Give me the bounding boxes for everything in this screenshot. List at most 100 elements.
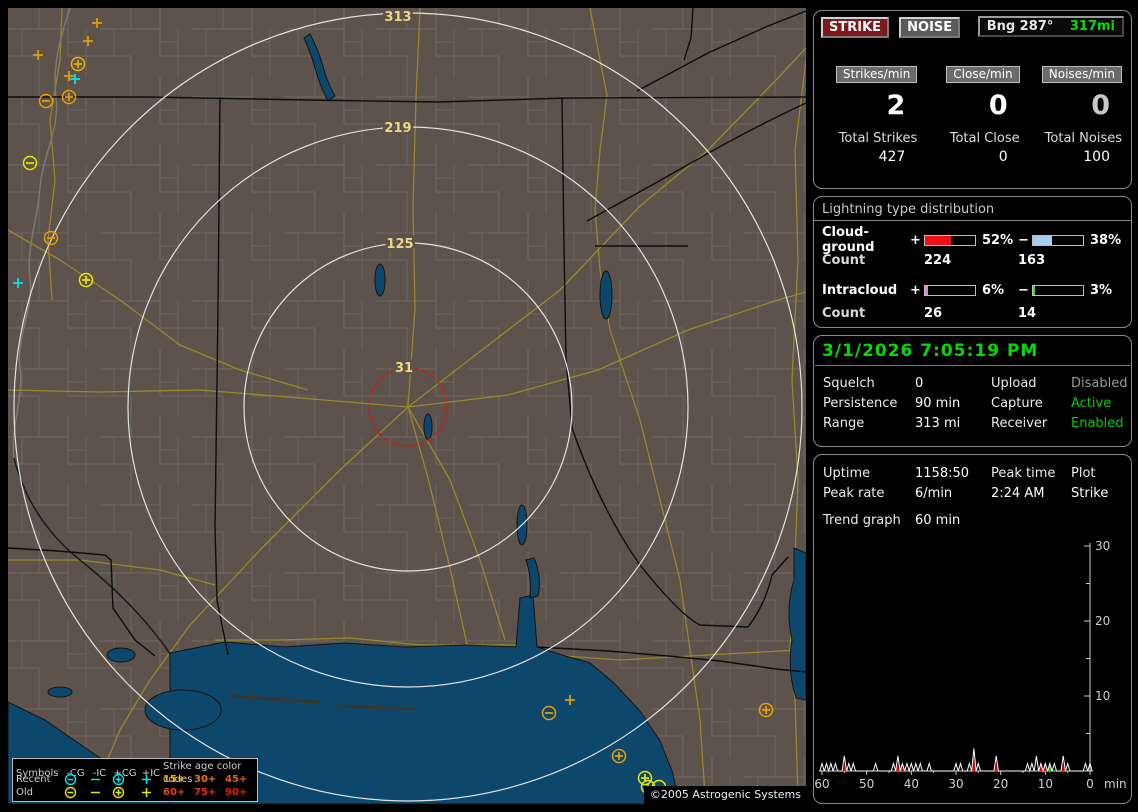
legend-symbol-cell <box>139 773 163 786</box>
noise-button[interactable]: NOISE <box>899 17 961 38</box>
plot-label: Plot <box>1071 465 1096 481</box>
legend-symbol-cell <box>88 786 111 799</box>
cloud-ground-spike <box>842 763 847 771</box>
legend-circle-minus-icon <box>64 773 77 786</box>
cloud-ground-spike <box>900 763 905 771</box>
ring-label-31: 31 <box>395 361 413 376</box>
age-code-45plus: 45+ <box>225 774 248 785</box>
intracloud-count-row: Count 26 14 <box>814 302 1131 324</box>
receiver-label: Receiver <box>991 415 1048 431</box>
strikes-column: Strikes/min 2 Total Strikes 427 <box>823 63 918 167</box>
total-close-label: Total Close <box>949 131 1020 146</box>
settings-row: Range 313 mi Receiver Enabled <box>814 413 1131 433</box>
receiver-status: Enabled <box>1071 415 1124 431</box>
age-code-90plus: 90+ <box>225 787 248 798</box>
minus-sign: − <box>1018 282 1029 298</box>
plus-sign: + <box>910 232 921 248</box>
cloud-ground-count-row: Count 224 163 <box>814 249 1131 271</box>
uptime-label: Uptime <box>823 465 871 481</box>
x-tick-label: 0 <box>1086 777 1094 791</box>
trend-graph-label: Trend graph <box>823 512 901 528</box>
strikes-per-min-chip: Strikes/min <box>835 66 918 83</box>
capture-status: Active <box>1071 395 1112 411</box>
peak-rate-label: Peak rate <box>823 485 885 501</box>
close-column: Close/min 0 Total Close 0 <box>925 63 1020 167</box>
total-noises-label: Total Noises <box>1044 131 1122 146</box>
close-per-min-value: 0 <box>988 90 1008 121</box>
close-per-min-chip: Close/min <box>946 66 1020 83</box>
count-label: Count <box>822 305 866 321</box>
trend-graph-row: Trend graph 60 min <box>814 510 1131 530</box>
age-code-15plus: 15+ <box>163 774 186 785</box>
trend-total-line <box>819 748 1093 773</box>
lightning-map[interactable]: 313 219 125 31 Symbols -CG -IC +CG +IC S… <box>8 8 806 804</box>
age-code-30plus: 30+ <box>194 774 217 785</box>
capture-label: Capture <box>991 395 1043 411</box>
status-row: Uptime 1158:50 Peak time Plot <box>814 463 1131 483</box>
cloud-ground-spike <box>1039 763 1043 771</box>
plot-mode-value: Strike <box>1071 485 1109 501</box>
squelch-label: Squelch <box>823 375 875 391</box>
cloud-ground-row: Cloud-ground + 52% − 38% <box>814 225 1131 255</box>
cloud-ground-spike <box>896 763 900 771</box>
peak-time-label: Peak time <box>991 465 1056 481</box>
cg-plus-bar <box>924 234 976 246</box>
total-close-value: 0 <box>998 149 1008 165</box>
strike-button[interactable]: STRIKE <box>821 17 890 38</box>
ic-plus-pct: 6% <box>982 282 1005 298</box>
minus-sign: − <box>1018 232 1029 248</box>
upload-label: Upload <box>991 375 1037 391</box>
legend-plus-icon <box>142 775 151 784</box>
time-settings-box: 3/1/2026 7:05:19 PM Squelch 0 Upload Dis… <box>813 335 1132 447</box>
ic-minus-pct: 3% <box>1090 282 1113 298</box>
cg-minus-bar <box>1032 234 1084 246</box>
ring-label-219: 219 <box>384 121 411 136</box>
bearing-range: 317mi <box>1069 19 1115 34</box>
intracloud-spike <box>1048 763 1052 771</box>
plus-sign: + <box>910 282 921 298</box>
cg-plus-count: 224 <box>924 252 952 268</box>
cg-minus-count: 163 <box>1018 252 1046 268</box>
cg-plus-pct: 52% <box>982 232 1014 248</box>
ic-plus-count: 26 <box>924 305 943 321</box>
cloud-ground-spike <box>972 756 976 771</box>
legend-symbol-cell <box>111 773 139 786</box>
y-tick-label: 20 <box>1095 614 1110 628</box>
cg-minus-pct: 38% <box>1090 232 1122 248</box>
ring-label-125: 125 <box>386 237 413 252</box>
strikes-per-min-value: 2 <box>886 90 906 121</box>
trend-box: Uptime 1158:50 Peak time Plot Peak rate … <box>813 454 1132 804</box>
distribution-box: Lightning type distribution Cloud-ground… <box>813 196 1132 328</box>
legend-minus-icon <box>91 791 100 794</box>
trend-graph-window: 60 min <box>915 512 961 528</box>
legend-row-label: Old <box>16 787 33 798</box>
legend-old-row: Old 60+ 75+ 90+ <box>16 786 254 799</box>
distribution-title: Lightning type distribution <box>814 197 1131 221</box>
noises-per-min-value: 0 <box>1091 90 1110 121</box>
settings-row: Squelch 0 Upload Disabled <box>814 373 1131 393</box>
total-noises-value: 100 <box>1083 149 1110 165</box>
cloud-ground-spike <box>994 763 998 771</box>
legend-header-row: Symbols -CG -IC +CG +IC Strike age color… <box>16 760 254 785</box>
status-row: Peak rate 6/min 2:24 AM Strike <box>814 483 1131 503</box>
upload-status: Disabled <box>1071 375 1128 391</box>
persistence-label: Persistence <box>823 395 898 411</box>
intracloud-row: Intracloud + 6% − 3% <box>814 278 1131 302</box>
age-code-75plus: 75+ <box>194 787 217 798</box>
copyright-text: ©2005 Astrogenic Systems <box>643 786 806 804</box>
ic-minus-bar <box>1032 284 1084 296</box>
legend-recent-row: Recent 15+ 30+ 45+ <box>16 773 254 786</box>
y-tick-label: 30 <box>1095 539 1110 553</box>
cloud-ground-spike <box>1061 763 1065 771</box>
legend-row-label: Recent <box>16 774 51 785</box>
noises-column: Noises/min 0 Total Noises 100 <box>1028 63 1122 167</box>
legend-plus-icon <box>142 788 151 797</box>
squelch-value: 0 <box>915 375 924 391</box>
cloud-ground-label: Cloud-ground <box>822 225 875 255</box>
x-tick-label: 30 <box>948 777 963 791</box>
ic-plus-bar <box>924 284 976 296</box>
age-code-60plus: 60+ <box>163 787 186 798</box>
map-canvas: 313 219 125 31 <box>8 8 806 804</box>
x-tick-label: 20 <box>993 777 1008 791</box>
count-label: Count <box>822 252 866 268</box>
